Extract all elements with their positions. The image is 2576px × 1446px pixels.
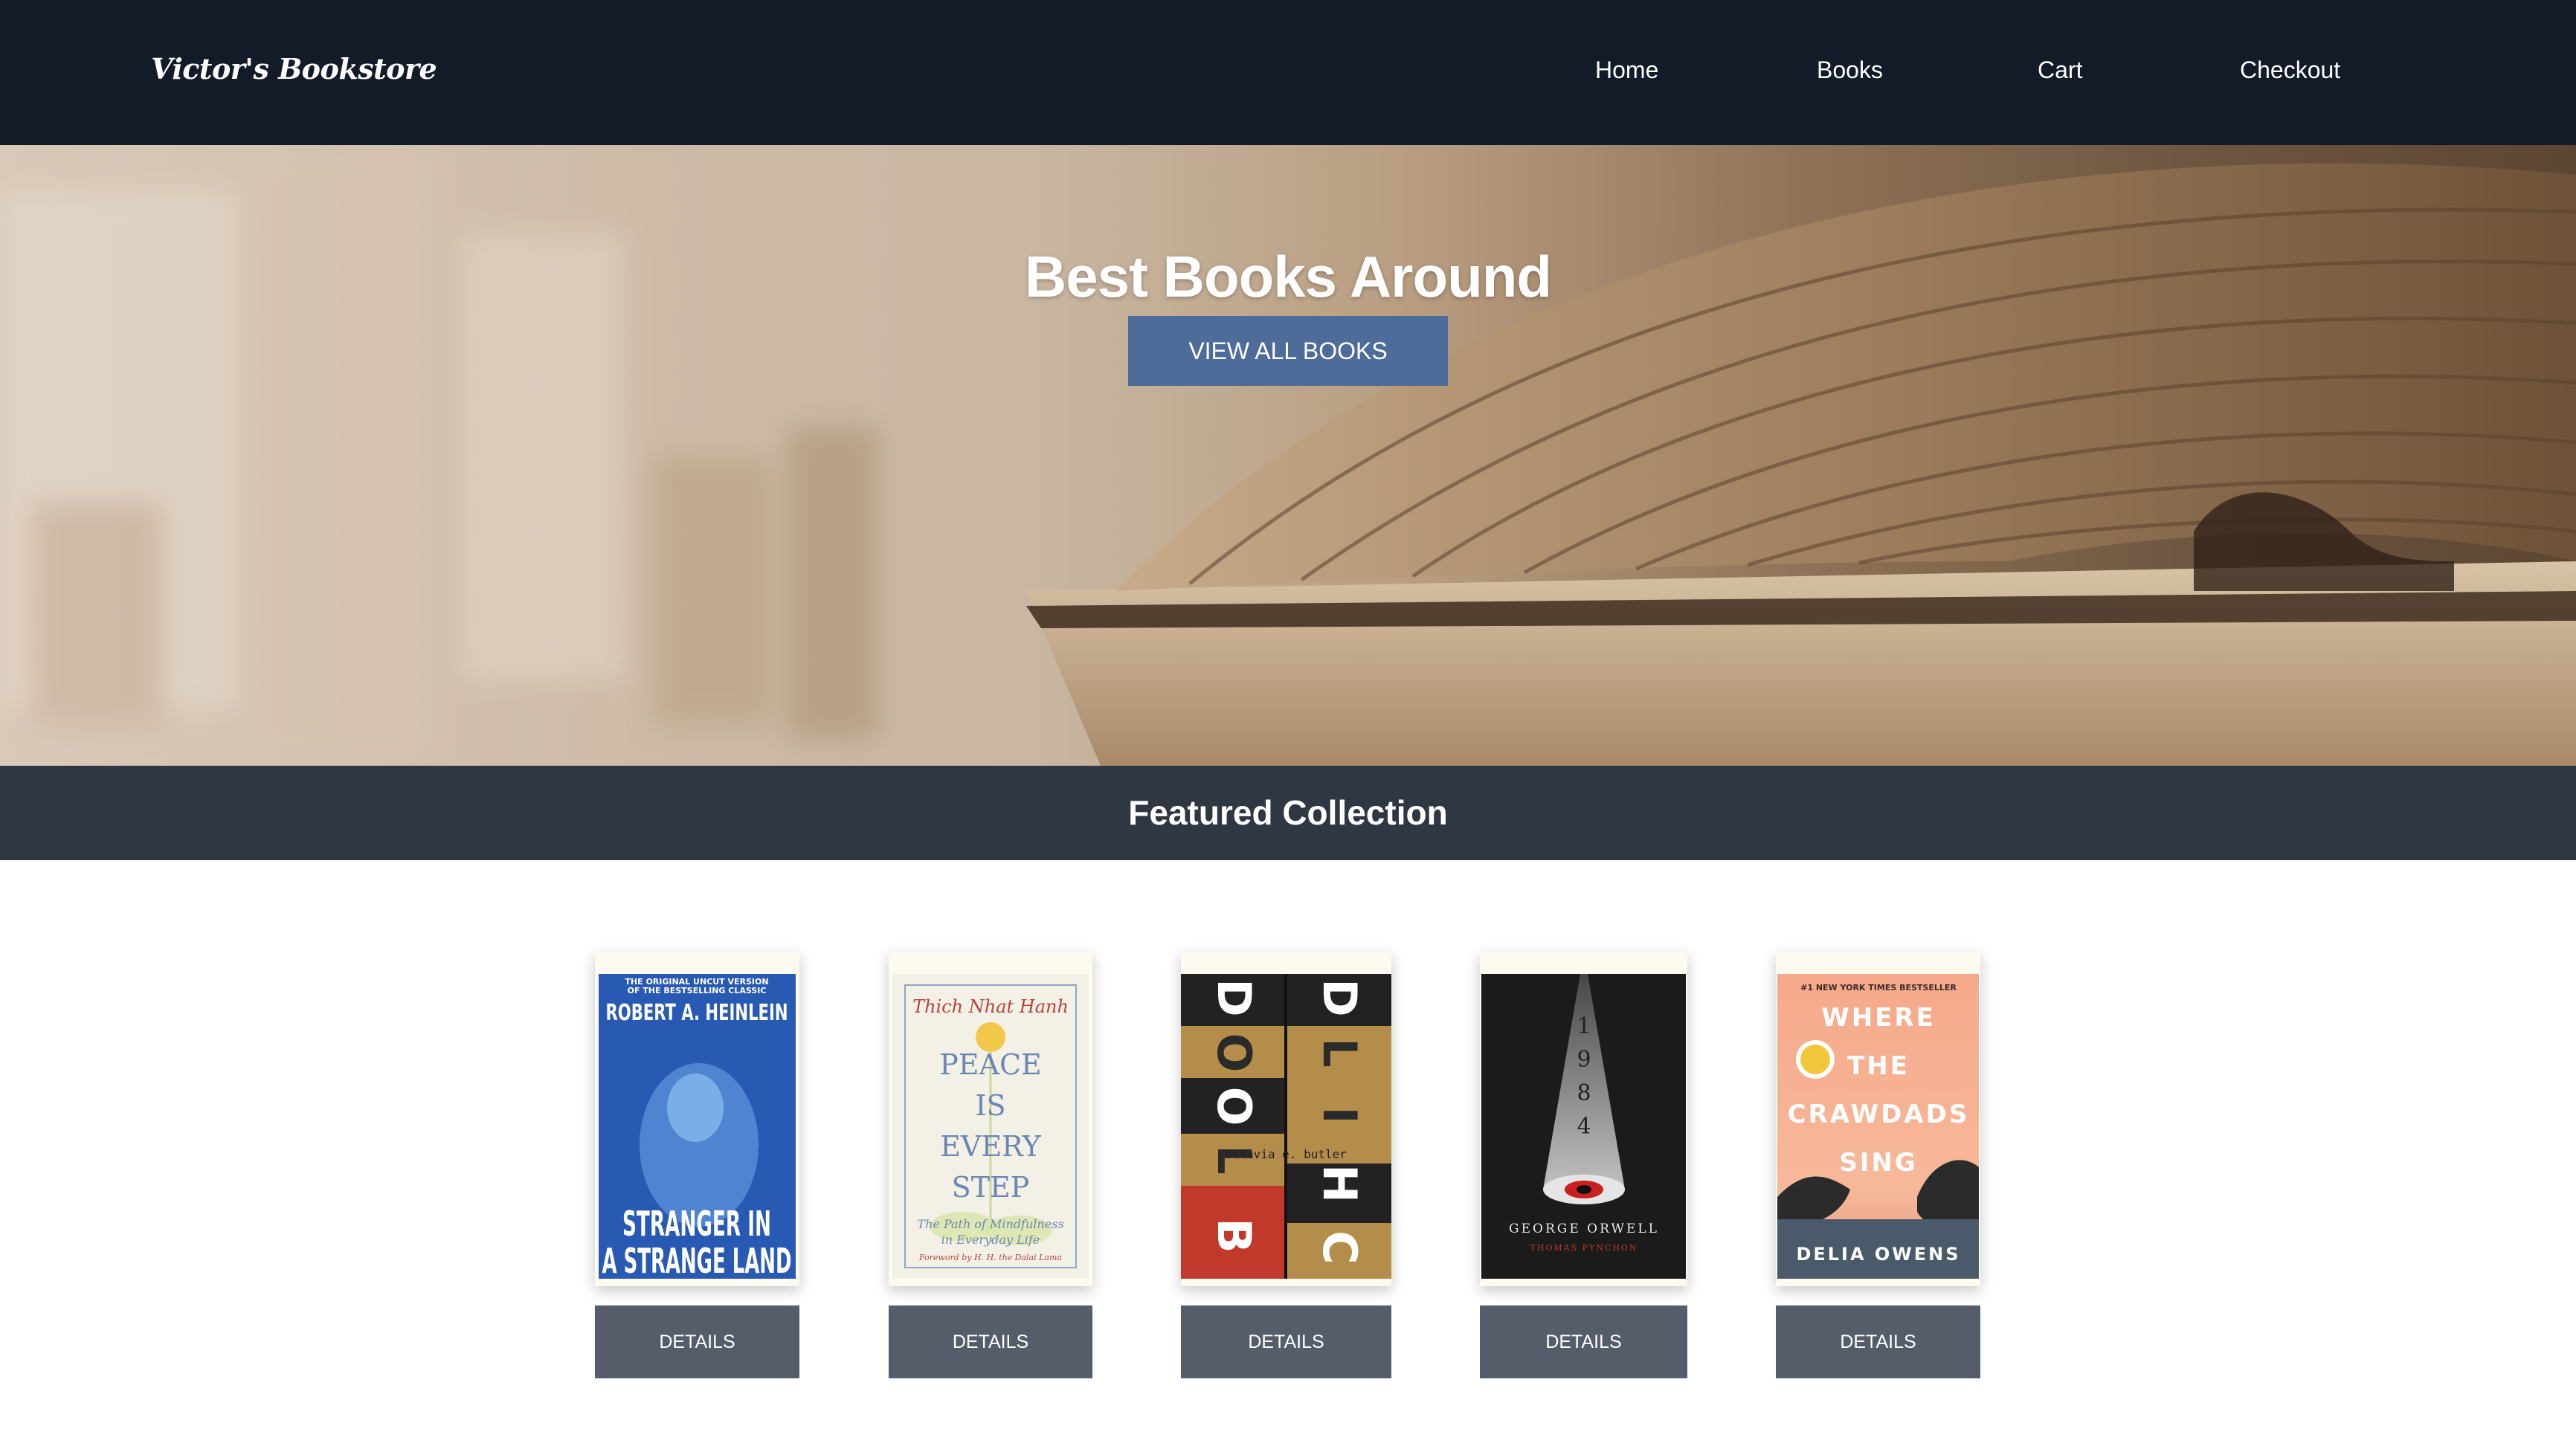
svg-text:The Path of Mindfulness: The Path of Mindfulness bbox=[917, 1217, 1063, 1231]
nav-cart[interactable]: Cart bbox=[2038, 57, 2082, 84]
details-button[interactable]: DETAILS bbox=[1776, 1305, 1980, 1378]
svg-text:SING: SING bbox=[1839, 1148, 1918, 1178]
book-cover-card[interactable]: THE ORIGINAL UNCUT VERSION OF THE BESTSE… bbox=[595, 952, 799, 1286]
svg-text:EVERY: EVERY bbox=[940, 1130, 1041, 1163]
svg-text:GEORGE ORWELL: GEORGE ORWELL bbox=[1509, 1221, 1659, 1236]
svg-text:1: 1 bbox=[1577, 1013, 1591, 1039]
svg-text:D: D bbox=[1313, 978, 1367, 1016]
view-all-books-button[interactable]: VIEW ALL BOOKS bbox=[1128, 316, 1448, 386]
svg-text:THE: THE bbox=[1847, 1051, 1910, 1081]
svg-text:B: B bbox=[1207, 1218, 1261, 1253]
svg-text:H: H bbox=[1313, 1164, 1367, 1203]
book-cover-card[interactable]: Thich Nhat Hanh PEACE IS EVERY STEP The … bbox=[889, 952, 1092, 1286]
svg-text:O: O bbox=[1207, 1033, 1261, 1073]
svg-text:L: L bbox=[1313, 1038, 1367, 1068]
details-button[interactable]: DETAILS bbox=[1480, 1305, 1687, 1378]
svg-text:OF THE BESTSELLING CLASSIC: OF THE BESTSELLING CLASSIC bbox=[628, 986, 767, 995]
book-cover-image: #1 NEW YORK TIMES BESTSELLER WHERE THE C… bbox=[1777, 974, 1979, 1279]
svg-text:STRANGER IN: STRANGER IN bbox=[622, 1204, 771, 1244]
svg-text:I: I bbox=[1313, 1106, 1367, 1123]
svg-text:O: O bbox=[1207, 1087, 1261, 1126]
book-cover-image: 1 9 8 4 GEORGE ORWELL THOMAS PYNCHON bbox=[1481, 974, 1686, 1279]
svg-text:STEP: STEP bbox=[952, 1171, 1030, 1204]
hero-banner bbox=[0, 145, 2576, 766]
svg-text:WHERE: WHERE bbox=[1821, 1003, 1936, 1033]
svg-text:8: 8 bbox=[1577, 1080, 1591, 1106]
svg-text:IS: IS bbox=[975, 1089, 1005, 1122]
svg-text:DELIA OWENS: DELIA OWENS bbox=[1796, 1244, 1960, 1265]
svg-text:A STRANGE LAND: A STRANGE LAND bbox=[602, 1241, 792, 1280]
nav-books[interactable]: Books bbox=[1817, 57, 1883, 84]
hero-title: Best Books Around bbox=[1024, 244, 1552, 309]
featured-collection-title: Featured Collection bbox=[1128, 793, 1448, 832]
svg-text:D: D bbox=[1207, 978, 1261, 1016]
nav-checkout[interactable]: Checkout bbox=[2240, 57, 2340, 84]
svg-text:4: 4 bbox=[1577, 1114, 1591, 1140]
brand-logo[interactable]: Victor's Bookstore bbox=[151, 52, 437, 85]
svg-text:CRAWDADS: CRAWDADS bbox=[1788, 1100, 1970, 1129]
svg-text:PEACE: PEACE bbox=[939, 1048, 1042, 1081]
svg-text:ROBERT A. HEINLEIN: ROBERT A. HEINLEIN bbox=[606, 1000, 788, 1026]
book-cover-card[interactable]: D O O L B D L I H C octavia e. butler bbox=[1181, 952, 1391, 1286]
open-book-background-image bbox=[0, 145, 2576, 766]
book-cover-image: Thich Nhat Hanh PEACE IS EVERY STEP The … bbox=[892, 974, 1089, 1279]
svg-text:octavia e. butler: octavia e. butler bbox=[1225, 1147, 1347, 1161]
book-cover-image: THE ORIGINAL UNCUT VERSION OF THE BESTSE… bbox=[599, 974, 796, 1280]
details-button[interactable]: DETAILS bbox=[889, 1305, 1092, 1378]
svg-text:in Everyday Life: in Everyday Life bbox=[941, 1233, 1040, 1247]
svg-text:#1 NEW YORK TIMES BESTSELLER: #1 NEW YORK TIMES BESTSELLER bbox=[1800, 983, 1957, 992]
svg-text:Thich Nhat Hanh: Thich Nhat Hanh bbox=[912, 996, 1069, 1017]
nav-home[interactable]: Home bbox=[1595, 57, 1658, 84]
book-cover-card[interactable]: 1 9 8 4 GEORGE ORWELL THOMAS PYNCHON bbox=[1480, 952, 1687, 1286]
book-cover-image: D O O L B D L I H C octavia e. butler bbox=[1181, 974, 1391, 1279]
svg-text:C: C bbox=[1313, 1230, 1367, 1265]
svg-text:9: 9 bbox=[1577, 1047, 1591, 1073]
svg-text:Foreword by H. H. the Dalai La: Foreword by H. H. the Dalai Lama bbox=[918, 1253, 1062, 1262]
book-cover-card[interactable]: #1 NEW YORK TIMES BESTSELLER WHERE THE C… bbox=[1776, 952, 1980, 1286]
svg-text:THOMAS PYNCHON: THOMAS PYNCHON bbox=[1530, 1243, 1638, 1253]
details-button[interactable]: DETAILS bbox=[595, 1305, 799, 1378]
details-button[interactable]: DETAILS bbox=[1181, 1305, 1391, 1378]
